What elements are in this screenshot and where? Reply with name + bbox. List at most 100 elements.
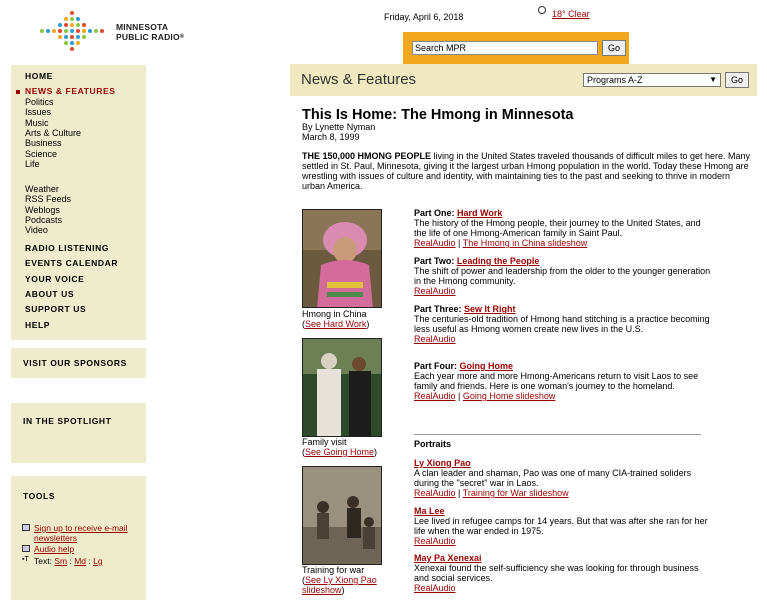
weather-icon: [538, 6, 546, 14]
part-label: Part Three:: [414, 304, 465, 314]
see-ly-xiong-pao-link[interactable]: See Ly Xiong Pao slideshow: [302, 575, 377, 595]
nav-help[interactable]: HELP: [25, 320, 50, 330]
nav-item-issues[interactable]: Issues: [25, 107, 51, 117]
nav-item-weather[interactable]: Weather: [25, 184, 59, 194]
nav-item-rss-feeds[interactable]: RSS Feeds: [25, 194, 71, 204]
part-link-going-home-slideshow[interactable]: Going Home slideshow: [463, 391, 556, 401]
sponsors-box: VISIT OUR SPONSORS: [11, 348, 146, 378]
search-box: Go: [403, 32, 629, 64]
nav-item-arts-culture[interactable]: Arts & Culture: [25, 128, 81, 138]
photo-family-visit[interactable]: [302, 338, 382, 437]
text-size-md[interactable]: Md: [74, 556, 86, 566]
part-block: Part One: Hard Work The history of the Hm…: [414, 208, 714, 248]
article-title: This Is Home: The Hmong in Minnesota: [302, 107, 574, 123]
part-description: The shift of power and leadership from t…: [414, 266, 711, 286]
email-signup-link[interactable]: Sign up to receive e-mail newsletters: [34, 523, 147, 543]
part-label: Part One:: [414, 208, 458, 218]
nav-radio-listening[interactable]: RADIO LISTENING: [25, 243, 109, 253]
tools-box: TOOLS Sign up to receive e-mail newslett…: [11, 476, 146, 600]
text-size-icon: ▪T: [22, 556, 29, 563]
text-size-lg[interactable]: Lg: [93, 556, 102, 566]
text-size-sm[interactable]: Sm: [54, 556, 67, 566]
envelope-icon: [22, 524, 30, 531]
logo-wordmark: MINNESOTA PUBLIC RADIO®: [116, 22, 185, 42]
part-link-realaudio[interactable]: RealAudio: [414, 334, 456, 344]
nav-item-podcasts[interactable]: Podcasts: [25, 215, 62, 225]
portraits-heading: Portraits: [414, 439, 452, 449]
spotlight-heading: IN THE SPOTLIGHT: [23, 416, 112, 426]
logo-dots-icon: [40, 11, 104, 51]
nav-active-bullet: [16, 90, 20, 94]
part-link-realaudio[interactable]: RealAudio: [414, 238, 456, 248]
photo-hmong-china[interactable]: [302, 209, 382, 308]
part-block: Part Two: Leading the People The shift of…: [414, 256, 714, 296]
portrait-link-realaudio[interactable]: RealAudio: [414, 536, 456, 546]
portrait-name-link[interactable]: May Pa Xenexai: [414, 553, 714, 563]
portrait-link-realaudio[interactable]: RealAudio: [414, 583, 456, 593]
nav-item-business[interactable]: Business: [25, 138, 62, 148]
part-label: Part Four:: [414, 361, 460, 371]
divider: [414, 434, 701, 435]
weather-link[interactable]: 18° Clear: [552, 9, 590, 19]
audio-help-link[interactable]: Audio help: [34, 544, 74, 554]
programs-go-button[interactable]: Go: [725, 72, 749, 88]
portrait-description: A clan leader and shaman, Pao was one of…: [414, 468, 692, 488]
part-link-the-hmong-in-china-slideshow[interactable]: The Hmong in China slideshow: [463, 238, 588, 248]
nav-events-calendar[interactable]: EVENTS CALENDAR: [25, 258, 118, 268]
portrait-description: Lee lived in refugee camps for 14 years.…: [414, 516, 708, 536]
part-description: Each year more and more Hmong-Americans …: [414, 371, 699, 391]
nav-item-life[interactable]: Life: [25, 159, 40, 169]
text-size-controls: Text: Sm : Md : Lg: [34, 556, 103, 566]
visit-sponsors-link[interactable]: VISIT OUR SPONSORS: [23, 358, 127, 368]
see-hard-work-link[interactable]: See Hard Work: [305, 319, 366, 329]
part-title-link[interactable]: Sew It Right: [464, 304, 516, 314]
byline: By Lynette Nyman March 8, 1999: [302, 122, 375, 142]
main-nav: HOME NEWS & FEATURES Politics Issues Music…: [11, 65, 146, 340]
portrait-block: Ly Xiong Pao A clan leader and shaman, Pa…: [414, 458, 714, 498]
portrait-block: Ma Lee Lee lived in refugee camps for 14 …: [414, 506, 714, 546]
portrait-block: May Pa Xenexai Xenexai found the self-suf…: [414, 553, 714, 593]
part-description: The history of the Hmong people, their j…: [414, 218, 701, 238]
part-title-link[interactable]: Leading the People: [457, 256, 540, 266]
nav-item-music[interactable]: Music: [25, 118, 49, 128]
link-separator: |: [455, 488, 463, 498]
nav-item-weblogs[interactable]: Weblogs: [25, 205, 60, 215]
link-separator: |: [455, 238, 463, 248]
part-block: Part Three: Sew It Right The centuries-ol…: [414, 304, 714, 344]
part-description: The centuries-old tradition of Hmong han…: [414, 314, 710, 334]
part-link-realaudio[interactable]: RealAudio: [414, 286, 456, 296]
portrait-link-training-for-war-slideshow[interactable]: Training for War slideshow: [463, 488, 569, 498]
part-title-link[interactable]: Going Home: [460, 361, 514, 371]
nav-item-science[interactable]: Science: [25, 149, 57, 159]
tools-heading: TOOLS: [23, 491, 56, 501]
part-label: Part Two:: [414, 256, 457, 266]
nav-about-us[interactable]: ABOUT US: [25, 289, 74, 299]
mpr-logo[interactable]: MINNESOTA PUBLIC RADIO®: [36, 10, 196, 52]
part-block: Part Four: Going Home Each year more and …: [414, 361, 714, 401]
portrait-description: Xenexai found the self-sufficiency she w…: [414, 563, 699, 583]
photo-caption-1: Hmong in China (See Hard Work): [302, 309, 370, 329]
photo-caption-3: Training for war (See Ly Xiong Pao slide…: [302, 565, 377, 595]
section-title: News & Features: [301, 71, 417, 88]
search-input[interactable]: [412, 41, 598, 55]
article-intro: THE 150,000 HMONG PEOPLE living in the U…: [302, 151, 751, 191]
spotlight-box: IN THE SPOTLIGHT: [11, 403, 146, 463]
nav-home[interactable]: HOME: [25, 71, 53, 81]
nav-item-politics[interactable]: Politics: [25, 97, 54, 107]
portrait-name-link[interactable]: Ly Xiong Pao: [414, 458, 714, 468]
photo-training-war[interactable]: [302, 466, 382, 565]
article-date: March 8, 1999: [302, 132, 360, 142]
see-going-home-link[interactable]: See Going Home: [305, 447, 374, 457]
portrait-name-link[interactable]: Ma Lee: [414, 506, 714, 516]
nav-your-voice[interactable]: YOUR VOICE: [25, 274, 84, 284]
nav-item-video[interactable]: Video: [25, 225, 48, 235]
part-title-link[interactable]: Hard Work: [457, 208, 502, 218]
family-photo-icon: [303, 339, 381, 436]
search-go-button[interactable]: Go: [602, 40, 626, 56]
photo-caption-2: Family visit (See Going Home): [302, 437, 378, 457]
programs-dropdown[interactable]: Programs A-Z ▼: [583, 73, 721, 87]
nav-news-features[interactable]: NEWS & FEATURES: [25, 86, 116, 96]
portrait-link-realaudio[interactable]: RealAudio: [414, 488, 456, 498]
nav-support-us[interactable]: SUPPORT US: [25, 304, 86, 314]
part-link-realaudio[interactable]: RealAudio: [414, 391, 456, 401]
